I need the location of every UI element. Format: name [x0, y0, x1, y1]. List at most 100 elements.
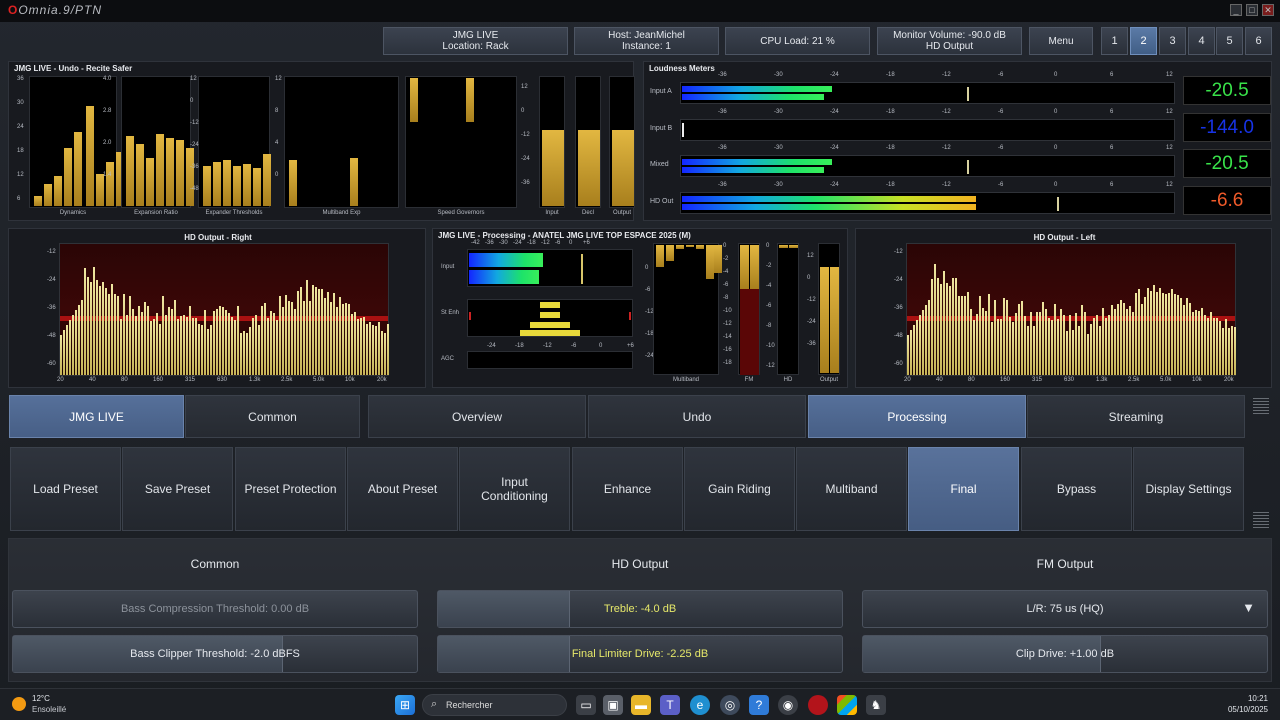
tab-undo[interactable]: Undo [588, 395, 806, 438]
meter-bar [86, 106, 94, 206]
loudness-meter [680, 119, 1175, 141]
preset-button-3[interactable]: 3 [1159, 27, 1186, 55]
preset-button-2[interactable]: 2 [1130, 27, 1157, 55]
spectrum-bar [1174, 294, 1176, 375]
meter-bar [106, 162, 114, 206]
chrome-icon[interactable]: ◉ [778, 695, 798, 715]
spectrum-bar [243, 331, 245, 375]
tab-streaming[interactable]: Streaming [1027, 395, 1245, 438]
spectrum-bar [213, 311, 215, 375]
scroll-grip-icon[interactable] [1253, 398, 1269, 414]
subnav-input-conditioning[interactable]: Input Conditioning [459, 447, 570, 531]
task-view-icon[interactable]: ▭ [576, 695, 596, 715]
bass-compression-threshold-slider[interactable]: Bass Compression Threshold: 0.00 dB [12, 590, 418, 628]
teams-icon[interactable]: T [660, 695, 680, 715]
io-scale-tick: -24 [521, 156, 530, 162]
preset-button-5[interactable]: 5 [1216, 27, 1243, 55]
subnav-final[interactable]: Final [908, 447, 1019, 531]
spectrum-bar [1225, 319, 1227, 375]
windows-start-icon[interactable]: ⊞ [395, 695, 415, 715]
mbexp-scale-tick: 4 [275, 140, 279, 146]
final-limiter-drive-slider[interactable]: Final Limiter Drive: -2.25 dB [437, 635, 843, 673]
preset-button-6[interactable]: 6 [1245, 27, 1272, 55]
spectrum-bar [1054, 304, 1056, 375]
edge-browser-icon[interactable]: e [690, 695, 710, 715]
menu-button[interactable]: Menu [1029, 27, 1093, 55]
maximize-button[interactable]: □ [1246, 4, 1258, 16]
tab-common[interactable]: Common [185, 395, 360, 438]
tab-jmg-live[interactable]: JMG LIVE [9, 395, 184, 438]
spectrum-x-tick: 40 [936, 377, 943, 383]
minimize-button[interactable]: _ [1230, 4, 1242, 16]
processing-scale-tick: 0 [569, 240, 573, 246]
fm-scale-tick: -16 [723, 347, 732, 353]
app-icon[interactable]: ♞ [866, 695, 886, 715]
spectrum-bar [228, 313, 230, 375]
subnav-display-settings[interactable]: Display Settings [1133, 447, 1244, 531]
hd-scale-tick: -8 [766, 323, 772, 329]
record-icon[interactable] [808, 695, 828, 715]
monitor-volume[interactable]: Monitor Volume: -90.0 dB HD Output [877, 27, 1022, 55]
spectrum-bar [123, 294, 125, 375]
file-explorer-icon[interactable]: ▬ [631, 695, 651, 715]
loudness-meter [680, 155, 1175, 177]
spectrum-bar [1159, 288, 1161, 375]
spectrum-bar [63, 330, 65, 375]
taskbar-search[interactable]: ⌕ Rechercher [422, 694, 567, 716]
spectrum-bar [249, 327, 251, 375]
clip-drive-slider[interactable]: Clip Drive: +1.00 dB [862, 635, 1268, 673]
spectrum-bar [150, 321, 152, 375]
spectrum-bar [156, 313, 158, 375]
windows-store-icon[interactable] [837, 695, 857, 715]
loudness-scale-tick: -6 [998, 145, 1004, 151]
subnav-gain-riding[interactable]: Gain Riding [684, 447, 795, 531]
loudness-value-readout: -20.5 [1183, 76, 1271, 105]
app-icon[interactable]: ▣ [603, 695, 623, 715]
bass-clipper-threshold-slider[interactable]: Bass Clipper Threshold: -2.0 dBFS [12, 635, 418, 673]
processing-scale-tick: -18 [527, 240, 536, 246]
preset-button-1[interactable]: 1 [1101, 27, 1128, 55]
app-logo: OOmnia.9/PTN [8, 3, 103, 17]
subnav-save-preset[interactable]: Save Preset [122, 447, 233, 531]
preset-button-4[interactable]: 4 [1188, 27, 1215, 55]
subnav-multiband[interactable]: Multiband [796, 447, 907, 531]
scroll-grip-icon[interactable] [1253, 512, 1269, 528]
help-icon[interactable]: ? [749, 695, 769, 715]
subnav-load-preset[interactable]: Load Preset [10, 447, 121, 531]
spectrum-bar [96, 280, 98, 375]
treble-slider[interactable]: Treble: -4.0 dB [437, 590, 843, 628]
output-scale-tick: 0 [807, 275, 811, 281]
multiband-bar [714, 245, 722, 273]
loudness-scale-tick: 0 [1054, 145, 1058, 151]
output-bar [830, 267, 839, 373]
app-icon[interactable]: ◎ [720, 695, 740, 715]
tab-overview[interactable]: Overview [368, 395, 586, 438]
spectrum-bar [1207, 318, 1209, 375]
spectrum-bar [1111, 305, 1113, 375]
stereo-bar [520, 330, 580, 336]
multiband-bar [706, 245, 714, 279]
subnav-enhance[interactable]: Enhance [572, 447, 683, 531]
spectrum-right-title: HD Output - Right [184, 233, 252, 242]
spectrum-bar [928, 300, 930, 375]
subnav-bypass[interactable]: Bypass [1021, 447, 1132, 531]
lr-preemphasis-dropdown[interactable]: L/R: 75 us (HQ) ▼ [862, 590, 1268, 628]
subnav-about-preset[interactable]: About Preset [347, 447, 458, 531]
subnav-preset-protection[interactable]: Preset Protection [235, 447, 346, 531]
meter-bar [146, 158, 154, 206]
processing-scale-tick: -36 [485, 240, 494, 246]
meter-box [575, 76, 601, 208]
spectrum-bar [363, 317, 365, 375]
spectrum-bar [1051, 320, 1053, 375]
spectrum-bar [1039, 312, 1041, 375]
loudness-value-readout: -6.6 [1183, 186, 1271, 215]
meter-bar [136, 144, 144, 206]
spectrum-bar [294, 309, 296, 375]
spectrum-bar [1234, 327, 1236, 375]
spectrum-bar [1006, 300, 1008, 375]
tab-processing[interactable]: Processing [808, 395, 1026, 438]
spectrum-bar [994, 300, 996, 375]
close-button[interactable]: ✕ [1262, 4, 1274, 16]
spectrum-bar [321, 289, 323, 375]
spectrum-bar [1144, 297, 1146, 375]
